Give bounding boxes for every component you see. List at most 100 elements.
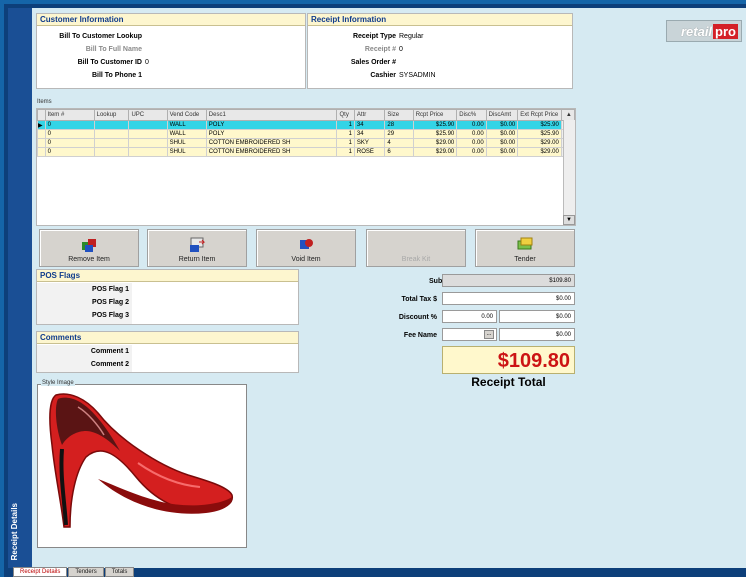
pos-flags-panel: POS Flags POS Flag 1 POS Flag 2 POS Flag… <box>36 269 299 325</box>
comment-2-field[interactable] <box>134 359 294 371</box>
col-header[interactable]: Vend Code <box>166 109 207 121</box>
bill-to-id-field[interactable]: 0 <box>145 57 149 69</box>
table-cell[interactable]: 1 <box>336 138 355 148</box>
vertical-scrollbar[interactable] <box>563 120 575 225</box>
total-tax-field[interactable]: $0.00 <box>442 292 575 305</box>
table-cell[interactable] <box>128 120 168 130</box>
table-cell[interactable] <box>93 120 130 130</box>
table-cell[interactable]: 28 <box>384 120 414 130</box>
col-header[interactable]: DiscAmt <box>485 109 519 121</box>
break-kit-button[interactable]: Break Kit <box>366 229 466 267</box>
return-item-button[interactable]: Return Item <box>147 229 247 267</box>
table-cell[interactable] <box>93 138 130 148</box>
comment-1-field[interactable] <box>134 346 294 358</box>
pos-flags-title: POS Flags <box>37 270 298 282</box>
table-cell[interactable] <box>93 129 130 139</box>
table-cell[interactable]: 0 <box>44 147 95 157</box>
tender-button[interactable]: Tender <box>475 229 575 267</box>
table-cell[interactable]: SKY <box>353 138 386 148</box>
table-cell[interactable]: $29.00 <box>517 147 562 157</box>
table-cell[interactable] <box>128 147 168 157</box>
col-header[interactable]: Lookup <box>93 109 130 121</box>
table-cell[interactable]: 34 <box>353 129 386 139</box>
tab-receipt-details[interactable]: Receipt Details <box>13 567 68 577</box>
col-header[interactable]: Item # <box>44 109 95 121</box>
discount-percent-field[interactable]: 0.00 <box>442 310 497 323</box>
bill-to-phone-field[interactable] <box>145 70 295 82</box>
col-header[interactable]: Disc% <box>456 109 487 121</box>
table-cell[interactable]: 29 <box>384 129 414 139</box>
table-row[interactable]: ▶ 0 WALL POLY 1 34 28 $25.90 0.00 $0.00 … <box>37 120 575 130</box>
receipt-type-field[interactable]: Regular <box>399 31 424 43</box>
table-cell[interactable]: 1 <box>336 120 355 130</box>
tab-totals[interactable]: Totals <box>104 567 135 577</box>
table-row[interactable]: 0 SHUL COTTON EMBROIDERED SH 1 SKY 4 $29… <box>37 138 575 148</box>
table-cell[interactable]: WALL <box>166 120 207 130</box>
table-cell[interactable]: $0.00 <box>485 129 519 139</box>
col-header[interactable]: Desc1 <box>205 109 338 121</box>
table-cell[interactable]: $0.00 <box>485 138 519 148</box>
table-cell[interactable]: $29.00 <box>517 138 562 148</box>
bill-to-lookup-field[interactable] <box>145 31 295 43</box>
table-cell[interactable] <box>93 147 130 157</box>
receipt-number-field[interactable]: 0 <box>399 44 403 56</box>
col-header[interactable]: UPC <box>128 109 168 121</box>
void-item-button[interactable]: Void Item <box>256 229 356 267</box>
items-grid[interactable]: Item # Lookup UPC Vend Code Desc1 Qty At… <box>36 108 576 226</box>
table-cell[interactable]: POLY <box>205 120 338 130</box>
table-cell[interactable]: 4 <box>384 138 414 148</box>
table-cell[interactable]: ROSE <box>353 147 386 157</box>
table-cell[interactable]: WALL <box>166 129 207 139</box>
sales-order-field[interactable] <box>399 57 499 69</box>
scroll-down-button[interactable]: ▼ <box>563 215 575 225</box>
pos-flag-1-field[interactable] <box>134 284 294 296</box>
tab-tenders[interactable]: Tenders <box>68 567 104 577</box>
bill-to-fullname-field[interactable] <box>145 44 295 56</box>
table-cell[interactable]: 0.00 <box>456 138 487 148</box>
table-cell[interactable]: 0.00 <box>456 147 487 157</box>
table-cell[interactable]: 6 <box>384 147 414 157</box>
table-cell[interactable]: $0.00 <box>485 120 519 130</box>
pos-flag-3-field[interactable] <box>134 310 294 322</box>
table-row[interactable]: 0 SHUL COTTON EMBROIDERED SH 1 ROSE 6 $2… <box>37 147 575 157</box>
col-header[interactable]: Rcpt Price <box>412 109 458 121</box>
pos-flag-2-field[interactable] <box>134 297 294 309</box>
table-cell[interactable]: SHUL <box>166 138 207 148</box>
remove-item-button[interactable]: Remove Item <box>39 229 139 267</box>
table-cell[interactable]: COTTON EMBROIDERED SH <box>205 147 338 157</box>
table-cell[interactable] <box>128 138 168 148</box>
fee-lookup-button[interactable]: ... <box>484 330 494 339</box>
discount-amount-field[interactable]: $0.00 <box>499 310 575 323</box>
table-cell[interactable]: $29.00 <box>412 147 458 157</box>
table-cell[interactable]: 34 <box>353 120 386 130</box>
table-cell[interactable]: POLY <box>205 129 338 139</box>
bill-to-lookup-label: Bill To Customer Lookup <box>59 33 142 40</box>
table-cell[interactable]: 0 <box>44 129 95 139</box>
row-selector[interactable] <box>37 129 46 139</box>
table-row[interactable]: 0 WALL POLY 1 34 29 $25.90 0.00 $0.00 $2… <box>37 129 575 139</box>
table-cell[interactable]: 1 <box>336 129 355 139</box>
col-header[interactable]: Qty <box>336 109 355 121</box>
table-cell[interactable]: $29.00 <box>412 138 458 148</box>
table-cell[interactable]: $25.90 <box>517 129 562 139</box>
table-cell[interactable]: $25.90 <box>517 120 562 130</box>
col-header[interactable]: Attr <box>353 109 386 121</box>
table-cell[interactable]: $25.90 <box>412 129 458 139</box>
col-header[interactable]: Ext Rcpt Price <box>517 109 562 121</box>
fee-amount-field[interactable]: $0.00 <box>499 328 575 341</box>
row-selector[interactable] <box>37 138 46 148</box>
row-selector[interactable] <box>37 147 46 157</box>
table-cell[interactable]: 0.00 <box>456 120 487 130</box>
table-cell[interactable]: $0.00 <box>485 147 519 157</box>
table-cell[interactable]: $25.90 <box>412 120 458 130</box>
table-cell[interactable]: 0 <box>44 120 95 130</box>
table-cell[interactable]: 0 <box>44 138 95 148</box>
table-cell[interactable]: COTTON EMBROIDERED SH <box>205 138 338 148</box>
table-cell[interactable]: SHUL <box>166 147 207 157</box>
table-cell[interactable]: 0.00 <box>456 129 487 139</box>
table-cell[interactable] <box>128 129 168 139</box>
cashier-field[interactable]: SYSADMIN <box>399 70 436 82</box>
col-header[interactable]: Size <box>384 109 414 121</box>
scroll-up-button[interactable]: ▲ <box>560 109 575 121</box>
table-cell[interactable]: 1 <box>336 147 355 157</box>
